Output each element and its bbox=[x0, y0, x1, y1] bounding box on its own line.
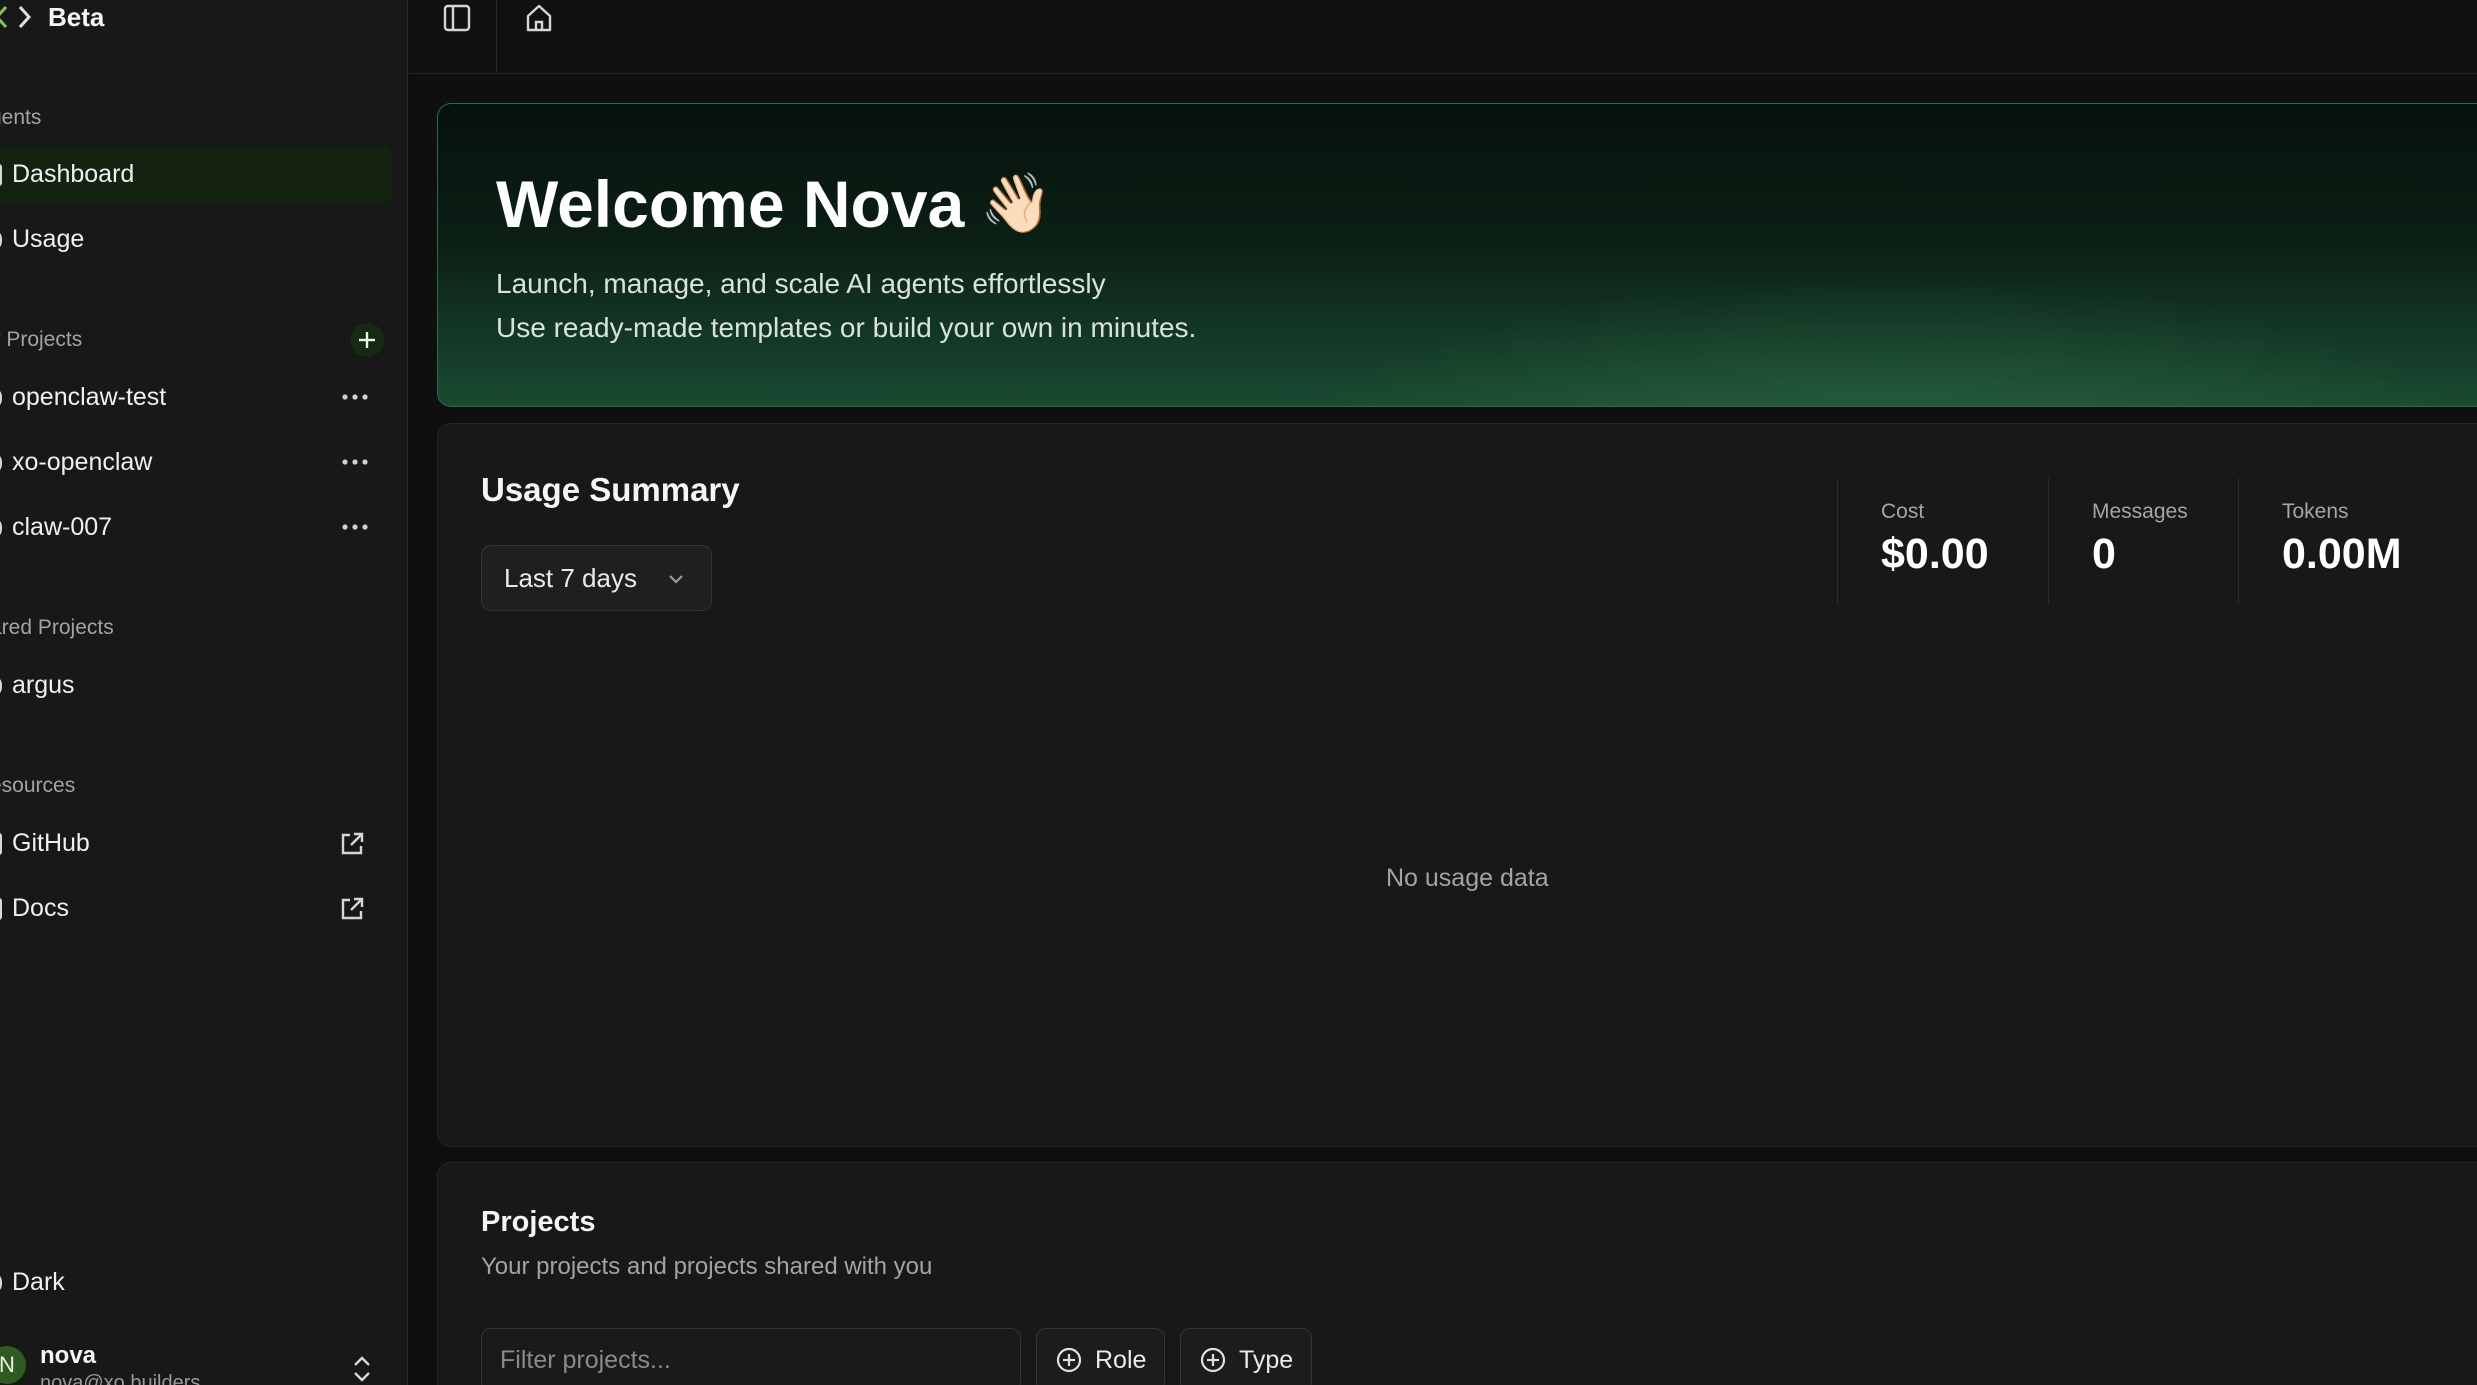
stat-label-tokens: Tokens bbox=[2282, 500, 2349, 523]
more-options-icon[interactable] bbox=[338, 448, 372, 476]
avatar[interactable]: N bbox=[0, 1346, 26, 1384]
user-email: nova@xo.builders bbox=[40, 1372, 201, 1385]
sidebar-item-label: Dashboard bbox=[12, 160, 135, 188]
app-root: Beta gents Dashboard Usage y Projects op… bbox=[0, 0, 2477, 1385]
type-filter-label: Type bbox=[1239, 1345, 1294, 1374]
sidebar-item-label: argus bbox=[12, 671, 75, 699]
theme-toggle[interactable]: Dark bbox=[0, 1254, 392, 1311]
role-filter-label: Role bbox=[1095, 1345, 1147, 1374]
sidebar-item-project[interactable]: claw-007 bbox=[0, 499, 392, 556]
sidebar-item-label: openclaw-test bbox=[12, 383, 167, 411]
sidebar: Beta gents Dashboard Usage y Projects op… bbox=[0, 0, 408, 1385]
stat-label-cost: Cost bbox=[1881, 500, 1925, 523]
sidebar-item-docs[interactable]: Docs bbox=[0, 880, 392, 937]
chevron-up-down-icon[interactable] bbox=[348, 1354, 376, 1384]
role-filter-button[interactable]: Role bbox=[1036, 1328, 1166, 1385]
stat-value-tokens: 0.00M bbox=[2282, 530, 2402, 578]
welcome-banner: Welcome Nova 👋🏻 Launch, manage, and scal… bbox=[437, 103, 2477, 407]
plus-icon bbox=[359, 332, 375, 348]
sidebar-toggle-icon[interactable] bbox=[441, 2, 473, 34]
more-options-icon[interactable] bbox=[338, 383, 372, 411]
chevron-down-icon bbox=[669, 575, 683, 584]
type-filter-button[interactable]: Type bbox=[1180, 1328, 1313, 1385]
project-icon bbox=[0, 451, 2, 474]
external-link-icon bbox=[341, 897, 364, 920]
sidebar-item-dashboard[interactable]: Dashboard bbox=[0, 146, 392, 203]
welcome-subtitle-line2: Use ready-made templates or build your o… bbox=[496, 312, 1197, 343]
sidebar-item-project[interactable]: xo-openclaw bbox=[0, 434, 392, 491]
sidebar-item-label: GitHub bbox=[12, 829, 90, 857]
sidebar-item-label: Docs bbox=[12, 894, 69, 922]
welcome-subtitle-line1: Launch, manage, and scale AI agents effo… bbox=[496, 268, 1106, 299]
project-icon bbox=[0, 516, 2, 539]
theme-label: Dark bbox=[12, 1268, 65, 1296]
external-link-icon bbox=[341, 832, 364, 855]
sidebar-item-github[interactable]: GitHub bbox=[0, 815, 392, 872]
date-range-value: Last 7 days bbox=[504, 562, 637, 593]
stat-divider bbox=[1837, 478, 1838, 604]
user-name: nova bbox=[40, 1342, 97, 1369]
more-options-icon[interactable] bbox=[338, 513, 372, 541]
stat-value-cost: $0.00 bbox=[1881, 530, 1989, 578]
topbar bbox=[409, 0, 2477, 74]
sidebar-item-label: claw-007 bbox=[12, 513, 113, 541]
projects-title: Projects bbox=[481, 1206, 596, 1238]
github-icon bbox=[0, 832, 2, 855]
brand[interactable]: Beta bbox=[0, 0, 104, 34]
brand-name: Beta bbox=[48, 1, 105, 32]
stat-value-messages: 0 bbox=[2092, 530, 2116, 578]
sidebar-item-shared-project[interactable]: argus bbox=[0, 657, 392, 714]
section-label-shared-projects: ared Projects bbox=[0, 616, 114, 639]
sidebar-item-label: Usage bbox=[12, 225, 85, 253]
moon-icon bbox=[0, 1271, 2, 1294]
add-project-button[interactable] bbox=[350, 323, 384, 357]
plus-circle-icon bbox=[1200, 1347, 1226, 1373]
usage-icon bbox=[0, 228, 2, 251]
stat-divider bbox=[2048, 478, 2049, 604]
stat-divider bbox=[2238, 478, 2239, 604]
filter-projects-input[interactable] bbox=[481, 1328, 1021, 1385]
section-label-resources: esources bbox=[0, 774, 76, 797]
welcome-title-text: Welcome Nova bbox=[496, 167, 965, 241]
sidebar-item-usage[interactable]: Usage bbox=[0, 211, 392, 268]
dashboard-icon bbox=[0, 163, 2, 186]
section-label-my-projects: y Projects bbox=[0, 328, 83, 351]
welcome-title: Welcome Nova 👋🏻 bbox=[496, 166, 1053, 242]
topbar-divider bbox=[496, 0, 497, 72]
usage-summary-card: Usage Summary Last 7 days Cost $0.00 Mes… bbox=[437, 423, 2477, 1147]
sidebar-item-project[interactable]: openclaw-test bbox=[0, 369, 392, 426]
date-range-select[interactable]: Last 7 days bbox=[481, 545, 712, 611]
code-logo-icon bbox=[0, 2, 34, 32]
docs-icon bbox=[0, 897, 2, 920]
projects-subtitle: Your projects and projects shared with y… bbox=[481, 1253, 933, 1280]
projects-card: Projects Your projects and projects shar… bbox=[437, 1162, 2477, 1385]
plus-circle-icon bbox=[1056, 1347, 1082, 1373]
home-icon[interactable] bbox=[523, 2, 555, 34]
usage-summary-title: Usage Summary bbox=[481, 471, 740, 508]
project-icon bbox=[0, 386, 2, 409]
section-label-agents: gents bbox=[0, 106, 42, 129]
sidebar-item-label: xo-openclaw bbox=[12, 448, 153, 476]
stat-label-messages: Messages bbox=[2092, 500, 2188, 523]
empty-state-message: No usage data bbox=[1386, 864, 1549, 892]
shared-project-icon bbox=[0, 674, 2, 697]
waving-hand-icon: 👋🏻 bbox=[980, 171, 1053, 236]
